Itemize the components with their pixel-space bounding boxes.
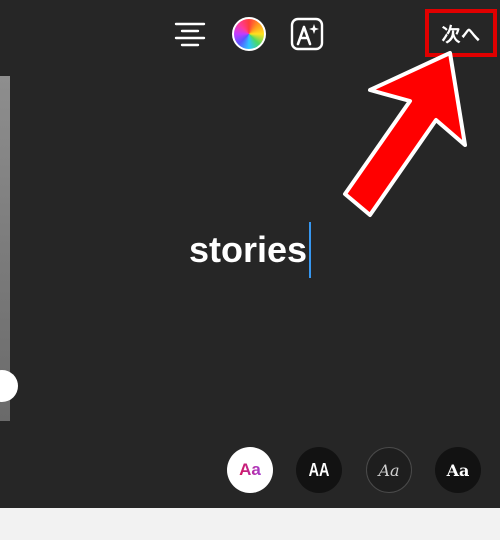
font-style-label: Aa bbox=[239, 460, 261, 479]
font-style-label: Aa bbox=[378, 460, 400, 480]
font-style-classic-button[interactable]: Aa bbox=[227, 447, 273, 493]
font-style-script-button[interactable]: Aa bbox=[366, 447, 412, 493]
text-size-slider-thumb[interactable] bbox=[0, 370, 18, 402]
story-text-area[interactable]: stories bbox=[0, 222, 500, 278]
red-arrow-icon bbox=[343, 51, 467, 217]
color-wheel-icon bbox=[232, 17, 266, 51]
font-style-typewriter-button[interactable]: Aa bbox=[435, 447, 481, 493]
story-text-editor: 次へ stories Aa AA Aa Aa bbox=[0, 0, 500, 508]
font-style-label: Aa bbox=[446, 460, 470, 480]
next-button-label: 次へ bbox=[441, 23, 481, 46]
font-style-modern-button[interactable]: AA bbox=[296, 447, 342, 493]
align-center-icon bbox=[174, 22, 206, 47]
font-style-label: AA bbox=[308, 459, 330, 480]
text-effect-sparkle-icon bbox=[290, 17, 324, 51]
story-text: stories bbox=[188, 229, 308, 270]
text-color-button[interactable] bbox=[229, 14, 269, 54]
text-cursor bbox=[309, 222, 312, 278]
text-effect-button[interactable] bbox=[287, 14, 327, 54]
bottom-strip bbox=[0, 508, 500, 540]
text-align-button[interactable] bbox=[170, 14, 210, 54]
